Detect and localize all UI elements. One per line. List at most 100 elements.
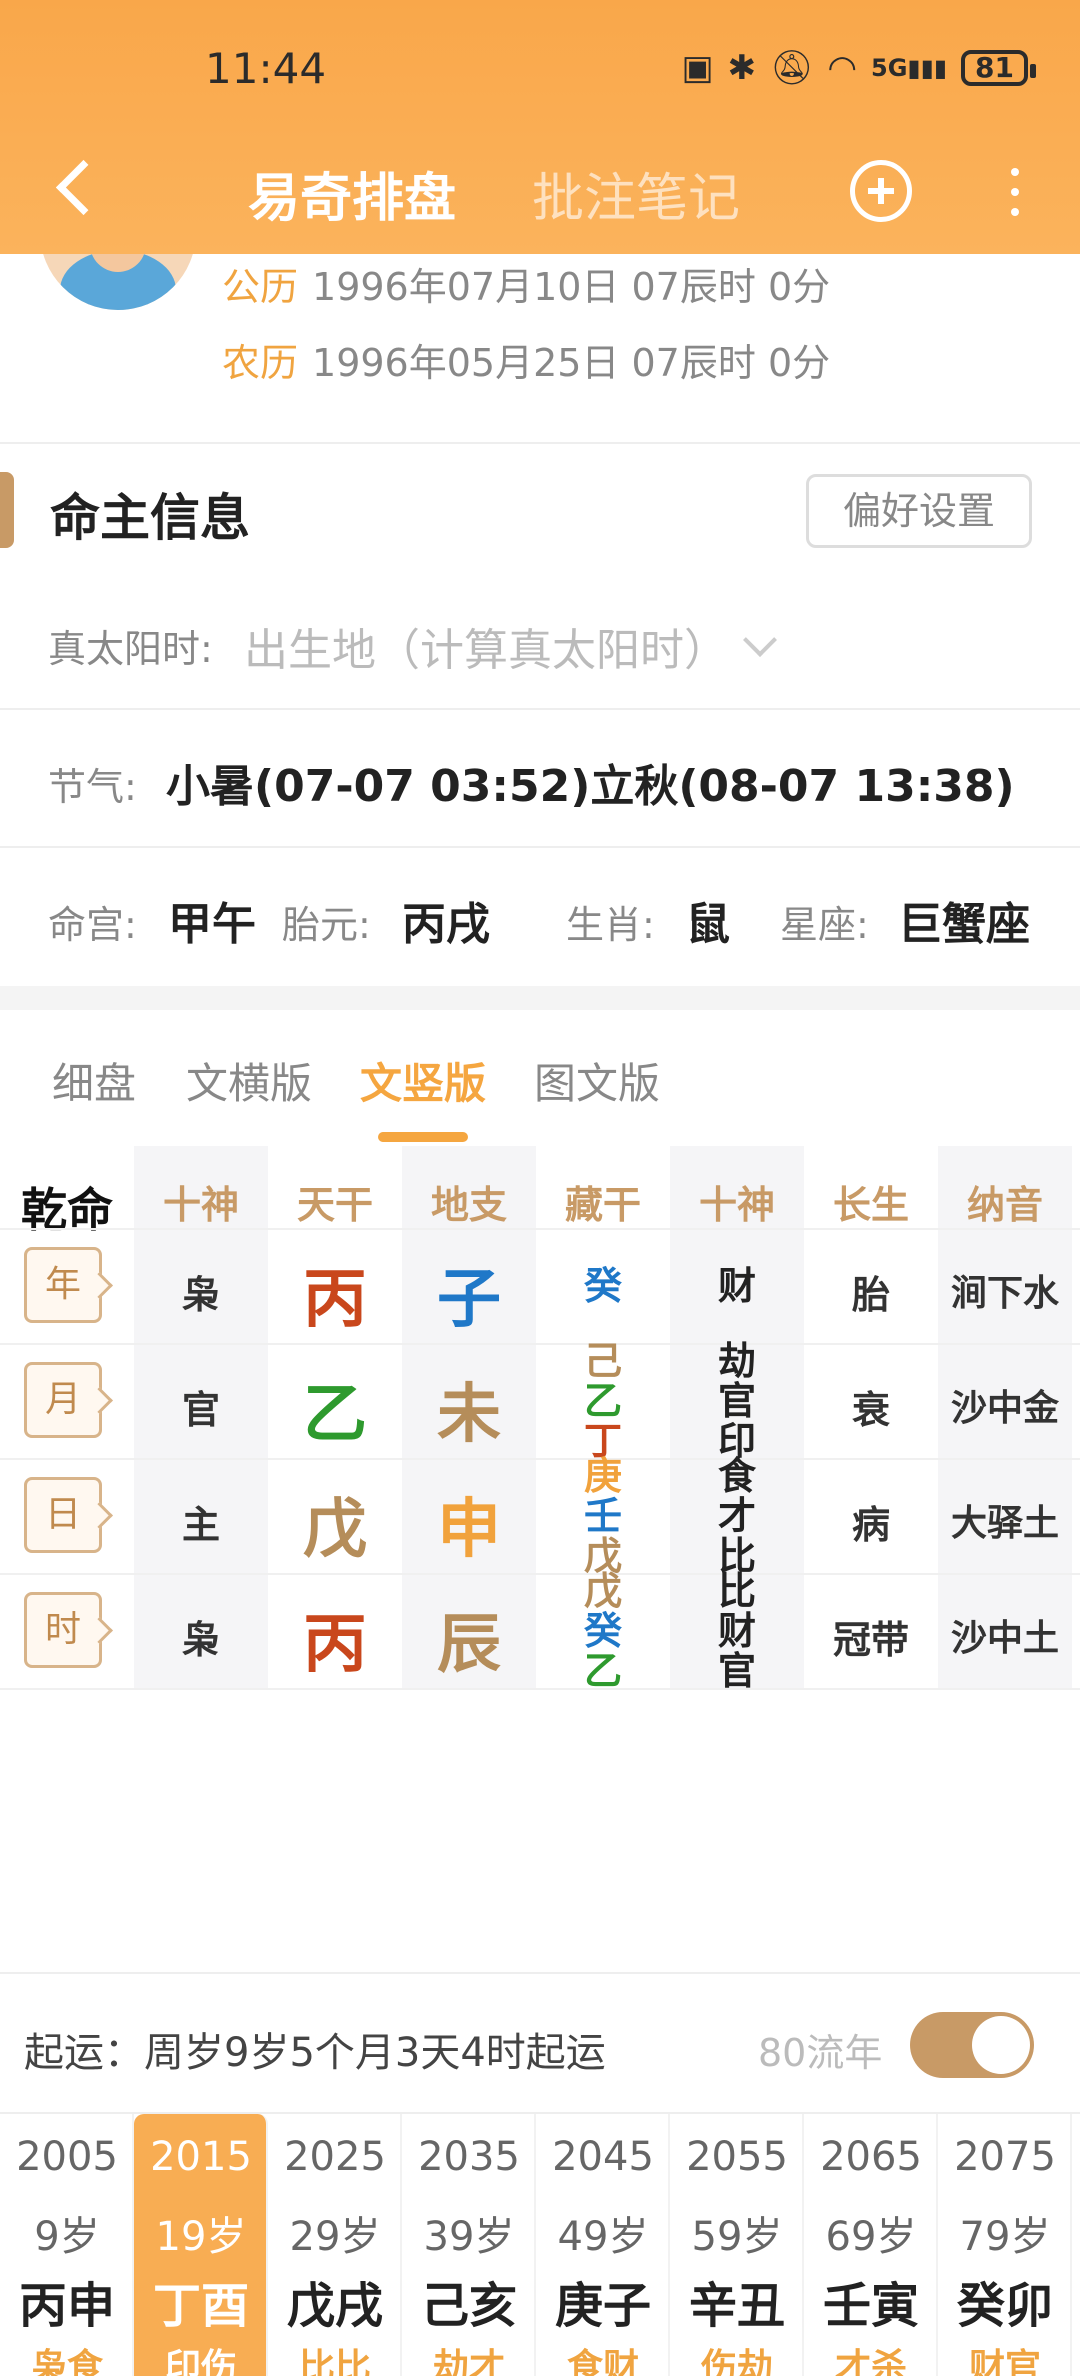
pillar-dizhi: 申 [437,1493,501,1567]
dayun-year: 2035 [418,2134,520,2180]
jieqi-value: 小暑(07-07 03:52)立秋(08-07 13:38) [166,761,1015,812]
canggan-char: 乙 [583,1649,622,1693]
pillar-shishen: 枭 [181,1273,220,1317]
dayun-age: 19岁 [155,2214,247,2260]
more-vertical-icon[interactable] [1000,162,1030,222]
canggan-char: 乙 [583,1379,622,1423]
status-icons: ▣ ✱ 🔕︎ ◠ 5G▮▮▮ 81 [681,48,1036,88]
header-changsheng: 长生 [832,1183,909,1227]
dayun-item[interactable]: 2025 29岁 戊戌 比比 [268,2114,402,2376]
lunar-value: 1996年05月25日 07辰时 0分 [312,341,831,385]
dayun-shishen: 劫才 [432,2347,505,2376]
pillar-tiangan: 戊 [303,1493,367,1567]
dayun-shishen: 印伤 [164,2347,237,2376]
dayun-year: 2005 [16,2134,118,2180]
dayun-item[interactable]: 2045 49岁 庚子 食财 [536,2114,670,2376]
header-canggan: 藏干 [564,1183,641,1227]
pillar-changsheng: 衰 [851,1388,890,1432]
pillar-tag[interactable]: 年 [24,1247,102,1323]
dayun-ganzhi: 丙申 [18,2278,115,2334]
pillar-changsheng: 胎 [851,1273,890,1317]
liunian-label: 80流年 [758,2031,883,2075]
section-accent-bar [0,472,14,548]
minggong-value: 甲午 [168,899,256,950]
dayun-age: 39岁 [423,2214,515,2260]
dayun-age: 79岁 [959,2214,1051,2260]
dayun-shishen: 才杀 [834,2347,907,2376]
dayun-item[interactable]: 2055 59岁 辛丑 伤劫 [670,2114,804,2376]
pillar-tag[interactable]: 月 [24,1362,102,1438]
xingzuo-value: 巨蟹座 [898,899,1030,950]
lunar-date-row: 农历 1996年05月25日 07辰时 0分 [222,332,830,387]
true-solar-time-row[interactable]: 真太阳时: 出生地（计算真太阳时） [0,574,1080,710]
palace-row: 命宫: 甲午 胎元: 丙戌 生肖: 鼠 星座: 巨蟹座 [0,850,1080,986]
lunar-label: 农历 [222,341,299,385]
pillar-dizhi: 子 [437,1263,501,1337]
solar-label: 公历 [222,265,299,309]
dayun-shishen: 食财 [566,2347,639,2376]
pillar-tiangan: 丙 [303,1608,367,1682]
signal-icon: 5G▮▮▮ [871,54,948,82]
canggan-char: 癸 [583,1264,622,1308]
tab-xipan[interactable]: 细盘 [52,1050,136,1111]
pillar-nayin: 大驿土 [950,1503,1059,1544]
header-qianming: 乾命 [21,1183,113,1237]
tab-annotation-notes[interactable]: 批注笔记 [532,156,740,231]
tab-tuwen[interactable]: 图文版 [534,1050,660,1111]
preference-settings-button[interactable]: 偏好设置 [806,474,1032,548]
canggan-char: 戊 [583,1569,622,1613]
zhi-shishen-char: 官 [717,1379,756,1423]
chevron-down-icon[interactable] [743,623,777,657]
active-tab-indicator [378,1132,468,1142]
tab-yiqi-paipan[interactable]: 易奇排盘 [248,156,456,231]
add-circle-icon[interactable] [850,160,912,222]
zhi-shishen-char: 劫 [717,1339,756,1383]
dayun-age: 29岁 [289,2214,381,2260]
pillar-dizhi: 辰 [437,1608,501,1682]
minggong-label: 命宫: [48,903,137,947]
status-time: 11:44 [205,44,327,93]
dayun-year: 2075 [954,2134,1056,2180]
nav-bar: 易奇排盘 批注笔记 [0,140,1080,250]
status-bar: 11:44 ▣ ✱ 🔕︎ ◠ 5G▮▮▮ 81 [0,0,1080,130]
toggle-knob [972,2016,1030,2074]
dayun-shishen: 财官 [968,2347,1041,2376]
dayun-item[interactable]: 2065 69岁 壬寅 才杀 [804,2114,938,2376]
birthplace-select[interactable]: 出生地（计算真太阳时） [244,614,728,678]
canggan-char: 己 [583,1339,622,1383]
pillar-tag[interactable]: 日 [24,1477,102,1553]
jieqi-label: 节气: [48,765,137,809]
row-divider [0,1228,1080,1230]
tab-wenheng[interactable]: 文横版 [186,1050,312,1111]
tab-wenshu[interactable]: 文竖版 [360,1050,486,1111]
dayun-age: 69岁 [825,2214,917,2260]
canggan-char: 壬 [583,1494,622,1538]
dayun-shishen: 比比 [298,2347,371,2376]
zhi-shishen-char: 财 [717,1264,756,1308]
liunian-toggle[interactable] [910,2012,1034,2078]
header-shishen: 十神 [162,1183,239,1227]
wifi-icon: ◠ [827,48,857,88]
dayun-item[interactable]: 2015 19岁 丁酉 印伤 [134,2114,268,2376]
dayun-age: 9岁 [34,2214,100,2260]
dayun-item[interactable]: 2035 39岁 己亥 劫才 [402,2114,536,2376]
dayun-year: 2015 [150,2134,252,2180]
dayun-item[interactable]: 2005 9岁丙申枭食 [0,2114,134,2376]
dayun-shishen: 枭食 [30,2347,103,2376]
row-divider [0,1688,1080,1690]
dayun-item[interactable]: 2075 79岁 癸卯 财官 [938,2114,1072,2376]
dayun-year: 2045 [552,2134,654,2180]
chart-view-tabs: 细盘 文横版 文竖版 图文版 [0,1010,1080,1146]
back-arrow-icon[interactable] [40,154,110,224]
top-bar: 11:44 ▣ ✱ 🔕︎ ◠ 5G▮▮▮ 81 易奇排盘 批注笔记 [0,0,1080,254]
pillar-tag[interactable]: 时 [24,1592,102,1668]
mute-icon: 🔕︎ [770,48,814,88]
shengxiao-label: 生肖: [566,903,655,947]
qiyun-text: 起运：周岁9岁5个月3天4时起运 [24,2030,606,2076]
dayun-ganzhi: 辛丑 [688,2278,785,2334]
pillar-shishen: 枭 [181,1618,220,1662]
dayun-ganzhi: 壬寅 [822,2278,919,2334]
nfc-icon: ▣ [681,48,714,88]
bluetooth-icon: ✱ [727,48,757,88]
battery-icon: 81 [961,50,1036,86]
